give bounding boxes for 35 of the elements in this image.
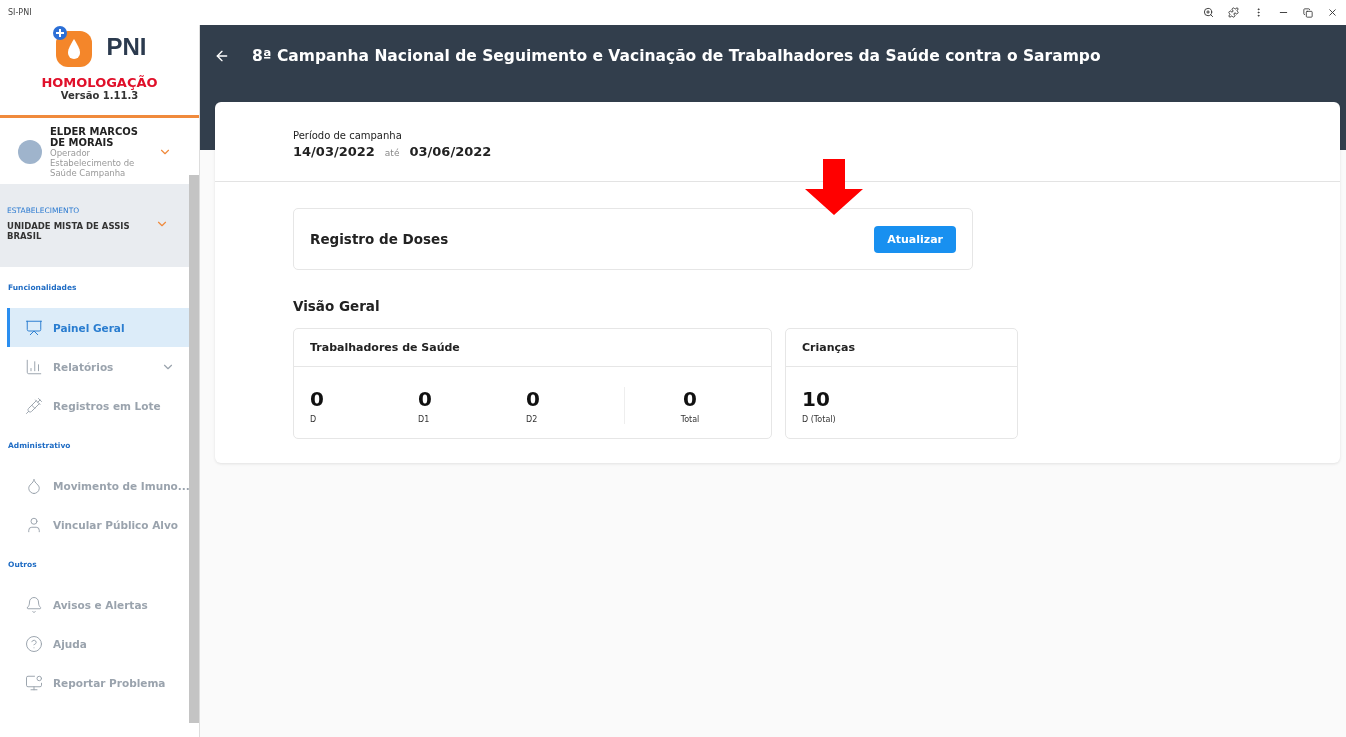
stat-value: 0	[418, 387, 432, 411]
card-title: Trabalhadores de Saúde	[294, 329, 771, 367]
date-separator: até	[384, 148, 400, 158]
environment-label: HOMOLOGAÇÃO	[41, 75, 158, 90]
app-title: SI-PNI	[8, 8, 32, 17]
version-label: Versão 1.11.3	[60, 90, 139, 101]
sidebar-item[interactable]: Relatórios	[7, 347, 189, 386]
start-date: 14/03/2022	[293, 144, 375, 159]
doses-title: Registro de Doses	[310, 231, 449, 247]
stat-value: 0	[683, 387, 697, 411]
sidebar-item[interactable]: Avisos e Alertas	[7, 585, 189, 624]
period-label: Período de campanha	[293, 130, 403, 141]
update-button[interactable]: Atualizar	[874, 225, 956, 253]
user-name: ELDER MARCOS DE MORAIS	[50, 126, 139, 148]
overview-title: Visão Geral	[293, 298, 381, 314]
user-role: Operador Estabelecimento de Saúde Campanha	[50, 148, 136, 178]
sidebar-item[interactable]: Movimento de Imuno...	[7, 466, 189, 505]
stat-value: 0	[310, 387, 324, 411]
card-title: Crianças	[786, 329, 1017, 367]
sidebar-item[interactable]: Reportar Problema	[7, 663, 189, 702]
end-date: 03/06/2022	[409, 144, 492, 159]
stat-label: D (Total)	[802, 415, 836, 424]
stat-label: D1	[418, 415, 430, 424]
sidebar-item[interactable]: Painel Geral	[7, 308, 189, 347]
stat-value: 0	[526, 387, 540, 411]
stat-label: D2	[526, 415, 538, 424]
sidebar-item[interactable]: Registros em Lote	[7, 386, 189, 425]
page-title: 8ª Campanha Nacional de Seguimento e Vacinação de Trabalhadores da Saúde contra o Sarampo	[252, 47, 1101, 65]
stat-label: Total	[680, 415, 700, 424]
sidebar-item[interactable]: Vincular Público Alvo	[7, 505, 189, 544]
brand-name: PNI	[106, 33, 147, 61]
stat-label: D	[310, 415, 317, 424]
sidebar-item[interactable]: Ajuda	[7, 624, 189, 663]
stat-value: 10	[802, 387, 830, 411]
establishment-name: UNIDADE MISTA DE ASSIS BRASIL	[7, 221, 131, 241]
